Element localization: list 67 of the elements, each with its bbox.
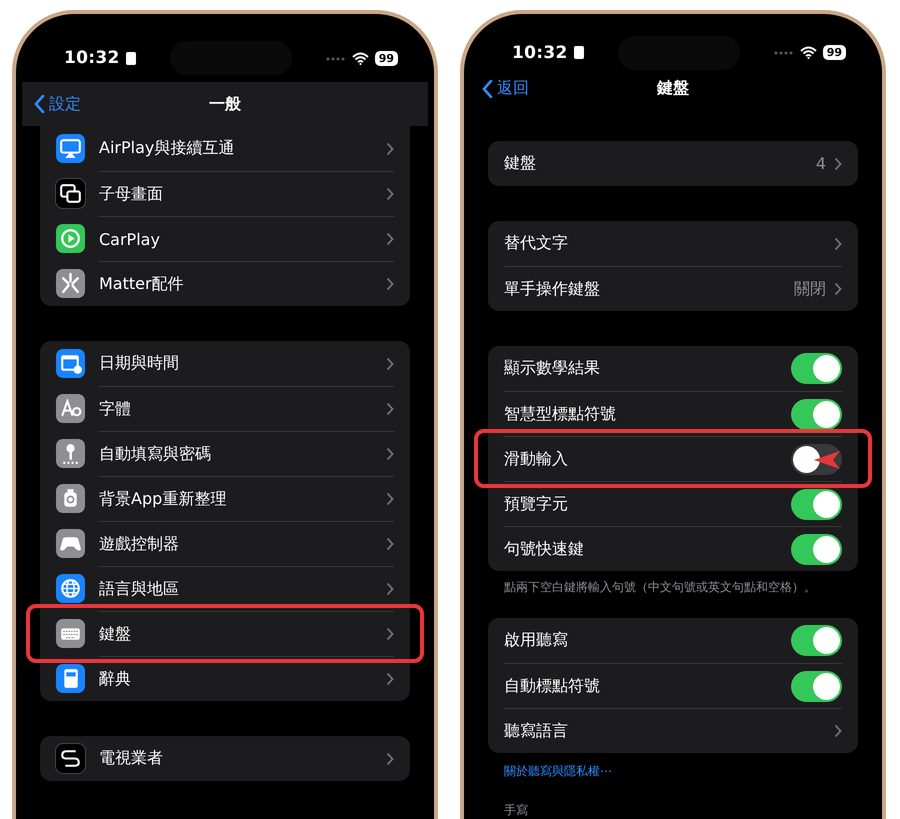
page-title: 一般	[209, 94, 241, 112]
setting-label[interactable]: 鍵盤	[99, 624, 378, 644]
chevron-icon	[386, 142, 394, 156]
setting-label[interactable]: 句號快速鍵	[504, 538, 783, 560]
chevron-icon	[386, 277, 394, 291]
setting-label[interactable]: 替代文字	[504, 233, 826, 254]
id-card-icon	[126, 52, 136, 64]
chevron-icon	[386, 752, 394, 766]
toggle-switch[interactable]	[791, 534, 842, 564]
setting-label[interactable]: 滑動輸入	[504, 448, 783, 470]
setting-label[interactable]: 日期與時間	[99, 353, 378, 374]
setting-label[interactable]: 鍵盤	[504, 153, 808, 174]
setting-label[interactable]: 辭典	[99, 668, 378, 690]
setting-label[interactable]: 子母畫面	[99, 184, 378, 204]
setting-label[interactable]: 顯示數學結果	[504, 358, 783, 379]
setting-label[interactable]: 自動填寫與密碼	[99, 444, 378, 464]
privacy-link[interactable]: 關於聽寫與隱私權⋯	[488, 753, 858, 780]
back-button[interactable]: 返回	[482, 78, 529, 100]
chevron-icon	[386, 447, 394, 461]
chevron-icon	[386, 627, 394, 641]
setting-label[interactable]: 電視業者	[99, 748, 378, 769]
setting-label[interactable]: AirPlay與接續互通	[99, 138, 378, 159]
status-time: 10:32	[512, 42, 568, 63]
setting-label[interactable]: Matter配件	[99, 274, 378, 294]
setting-label[interactable]: 啟用聽寫	[504, 630, 783, 651]
setting-label[interactable]: 聽寫語言	[504, 720, 826, 742]
setting-value: 4	[816, 154, 826, 173]
status-time: 10:32	[64, 48, 120, 68]
id-card-icon	[574, 46, 584, 60]
chevron-icon	[834, 156, 842, 170]
setting-label[interactable]: 字體	[99, 398, 378, 420]
toggle-switch[interactable]	[791, 353, 842, 384]
setting-label[interactable]: 自動標點符號	[504, 676, 783, 696]
toggle-switch[interactable]	[791, 398, 842, 430]
setting-label[interactable]: 單手操作鍵盤	[504, 278, 786, 300]
setting-value: 關閉	[794, 278, 826, 300]
back-chevron-icon	[482, 80, 493, 98]
wifi-icon	[352, 52, 369, 64]
chevron-icon	[386, 582, 394, 596]
back-button[interactable]: 設定	[34, 94, 81, 114]
chevron-icon	[386, 672, 394, 686]
chevron-icon	[386, 187, 394, 201]
battery-level: 99	[822, 45, 846, 60]
section-footer: 點兩下空白鍵將輸入句號（中文句號或英文句點和空格）。	[488, 571, 858, 596]
setting-label[interactable]: 語言與地區	[99, 578, 378, 600]
setting-label[interactable]: 遊戲控制器	[99, 534, 378, 554]
page-title: 鍵盤	[657, 78, 689, 98]
setting-label[interactable]: 智慧型標點符號	[504, 404, 783, 424]
back-chevron-icon	[34, 95, 45, 113]
pointer-arrow-icon	[812, 449, 842, 471]
toggle-switch[interactable]	[791, 670, 842, 702]
chevron-icon	[386, 356, 394, 370]
chevron-icon	[386, 537, 394, 551]
chevron-icon	[386, 232, 394, 246]
battery-level: 99	[374, 50, 398, 66]
toggle-switch[interactable]	[791, 488, 842, 520]
toggle-switch[interactable]	[791, 625, 842, 656]
chevron-icon	[834, 282, 842, 296]
setting-label[interactable]: CarPlay	[99, 230, 378, 248]
setting-label[interactable]: 背景App重新整理	[99, 488, 378, 510]
chevron-icon	[386, 492, 394, 506]
setting-label[interactable]: 預覽字元	[504, 494, 783, 514]
chevron-icon	[834, 724, 842, 738]
section-header: 手寫	[503, 802, 529, 819]
chevron-icon	[386, 402, 394, 416]
wifi-icon	[800, 46, 817, 60]
chevron-icon	[834, 236, 842, 250]
